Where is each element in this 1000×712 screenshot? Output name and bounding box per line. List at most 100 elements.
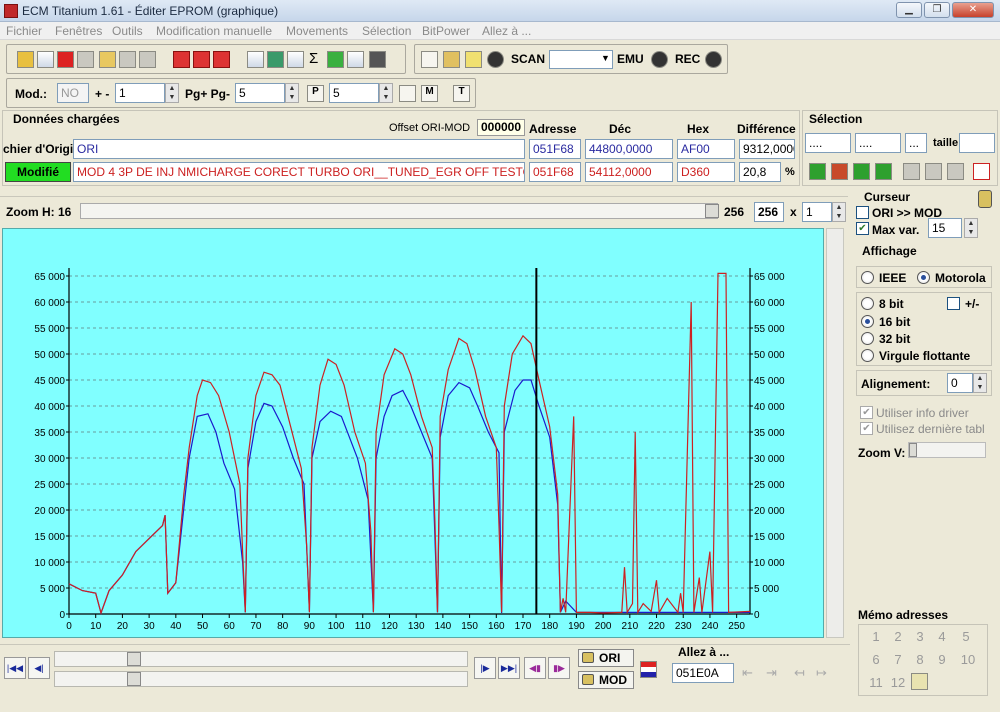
flag-icon[interactable] xyxy=(57,51,74,68)
save-icon[interactable] xyxy=(77,51,94,68)
padlock-icon[interactable] xyxy=(978,190,992,208)
menu-allez-a[interactable]: Allez à ... xyxy=(482,24,531,38)
memo-slot-10[interactable]: 10 xyxy=(957,652,979,667)
memo-slot-9[interactable]: 9 xyxy=(933,652,951,667)
restore-button[interactable]: ❐ xyxy=(924,2,950,18)
runner-icon[interactable] xyxy=(465,51,482,68)
memo-slot-3[interactable]: 3 xyxy=(911,629,929,644)
goto-back-icon[interactable]: ↤ xyxy=(794,665,810,681)
memo-slot-6[interactable]: 6 xyxy=(867,652,885,667)
p-button[interactable]: P xyxy=(307,85,324,102)
calculator-icon[interactable] xyxy=(267,51,284,68)
grid-button[interactable] xyxy=(399,85,416,102)
selection-end[interactable]: .... xyxy=(855,133,901,153)
paste-sel-icon[interactable] xyxy=(925,163,942,180)
binoculars-icon[interactable] xyxy=(369,51,386,68)
ori-scroll-thumb[interactable] xyxy=(127,652,141,666)
mod-scroll[interactable] xyxy=(54,671,468,687)
ori-name-field[interactable]: ORI xyxy=(73,139,525,159)
bit16-radio[interactable] xyxy=(861,315,874,328)
chart-svg[interactable]: 0 05 000 5 00010 000 10 00015 000 15 00020 0… xyxy=(3,229,825,639)
lock-icon[interactable] xyxy=(443,51,460,68)
zoom-value-2[interactable]: 256 xyxy=(754,202,784,222)
disk-icon[interactable] xyxy=(119,51,136,68)
selection-start[interactable]: .... xyxy=(805,133,851,153)
table-icon[interactable] xyxy=(213,51,230,68)
mark-next-button[interactable]: ▮▶ xyxy=(548,657,570,679)
mod-dec[interactable]: 54112,0000 xyxy=(585,162,673,182)
menu-modification-manuelle[interactable]: Modification manuelle xyxy=(156,24,272,38)
chart-area[interactable]: 005 000 5 000 10 000 10 000 15 000 15 000 20 0… xyxy=(2,228,824,638)
p-spinner[interactable]: ▲ ▼ xyxy=(379,83,393,103)
goto-field[interactable]: 051E0A xyxy=(672,663,734,683)
ieee-radio[interactable] xyxy=(861,271,874,284)
home-icon[interactable] xyxy=(17,51,34,68)
select-all-icon[interactable] xyxy=(875,163,892,180)
compare-icon[interactable] xyxy=(193,51,210,68)
menu-selection[interactable]: Sélection xyxy=(362,24,411,38)
zoom-h-slider[interactable] xyxy=(80,203,719,219)
sigma-icon[interactable]: Σ xyxy=(309,50,318,67)
menu-bitpower[interactable]: BitPower xyxy=(422,24,470,38)
mod-adresse[interactable]: 051F68 xyxy=(529,162,581,182)
use-last-checkbox[interactable]: ✔ xyxy=(860,422,873,435)
next-button[interactable]: |▶ xyxy=(474,657,496,679)
align-spinner[interactable]: ▲ ▼ xyxy=(973,373,987,393)
open-folder-icon[interactable] xyxy=(99,51,116,68)
mod-scroll-thumb[interactable] xyxy=(127,672,141,686)
t-button[interactable]: T xyxy=(453,85,470,102)
m-button[interactable]: M xyxy=(421,85,438,102)
record-icon[interactable] xyxy=(487,51,504,68)
memo-slot-12[interactable]: 12 xyxy=(889,675,907,690)
select-start-icon[interactable] xyxy=(809,163,826,180)
zoom-factor-field[interactable]: 1 xyxy=(802,202,832,222)
zoom-h-thumb[interactable] xyxy=(705,204,719,218)
t-icon[interactable] xyxy=(421,51,438,68)
bit32-radio[interactable] xyxy=(861,332,874,345)
ori-adresse[interactable]: 051F68 xyxy=(529,139,581,159)
windows-icon[interactable] xyxy=(37,51,54,68)
disk-2-icon[interactable] xyxy=(139,51,156,68)
plant-icon[interactable] xyxy=(327,51,344,68)
step-spinner[interactable]: ▲ ▼ xyxy=(165,83,179,103)
ori-dec[interactable]: 44800,0000 xyxy=(585,139,673,159)
zoom-v-thumb[interactable] xyxy=(909,443,917,457)
mod-name-field[interactable]: MOD 4 3P DE INJ NMICHARGE CORECT TURBO O… xyxy=(73,162,525,182)
signed-checkbox[interactable] xyxy=(947,297,960,310)
page-spinner[interactable]: ▲ ▼ xyxy=(285,83,299,103)
select-end-icon[interactable] xyxy=(853,163,870,180)
float-radio[interactable] xyxy=(861,349,874,362)
menu-fichier[interactable]: Fichier xyxy=(6,24,42,38)
checklist-icon[interactable] xyxy=(173,51,190,68)
max-var-checkbox[interactable]: ✔ xyxy=(856,222,869,235)
memo-slot-5[interactable]: 5 xyxy=(957,629,975,644)
motorola-radio[interactable] xyxy=(917,271,930,284)
reset-sel-icon[interactable] xyxy=(973,163,990,180)
zoom-v-slider[interactable] xyxy=(908,442,986,458)
move-sel-icon[interactable] xyxy=(947,163,964,180)
minimize-button[interactable]: ▁ xyxy=(896,2,922,18)
memo-slot-2[interactable]: 2 xyxy=(889,629,907,644)
step-field[interactable]: 1 xyxy=(115,83,165,103)
mod-field[interactable]: NO xyxy=(57,83,89,103)
use-driver-checkbox[interactable]: ✔ xyxy=(860,406,873,419)
goto-first-icon[interactable]: ⇤ xyxy=(742,665,758,681)
flag-compare-icon[interactable] xyxy=(640,661,657,678)
memo-slot-8[interactable]: 8 xyxy=(911,652,929,667)
ori-mod-checkbox[interactable] xyxy=(856,206,869,219)
goto-forward-icon[interactable]: ↦ xyxy=(816,665,832,681)
memo-slot-4[interactable]: 4 xyxy=(933,629,951,644)
taille-field[interactable] xyxy=(959,133,995,153)
last-page-button[interactable]: ▶▶| xyxy=(498,657,520,679)
prev-button[interactable]: ◀| xyxy=(28,657,50,679)
zoom-factor-spinner[interactable]: ▲ ▼ xyxy=(832,202,846,222)
menu-outils[interactable]: Outils xyxy=(112,24,143,38)
memo-save-icon[interactable] xyxy=(911,673,928,690)
menu-movements[interactable]: Movements xyxy=(286,24,348,38)
memo-slot-11[interactable]: 11 xyxy=(867,675,885,690)
ori-diff[interactable]: 9312,0000 xyxy=(739,139,795,159)
max-var-field[interactable]: 15 xyxy=(928,218,962,238)
first-page-button[interactable]: |◀◀ xyxy=(4,657,26,679)
goto-last-icon[interactable]: ⇥ xyxy=(766,665,782,681)
mark-prev-button[interactable]: ◀▮ xyxy=(524,657,546,679)
